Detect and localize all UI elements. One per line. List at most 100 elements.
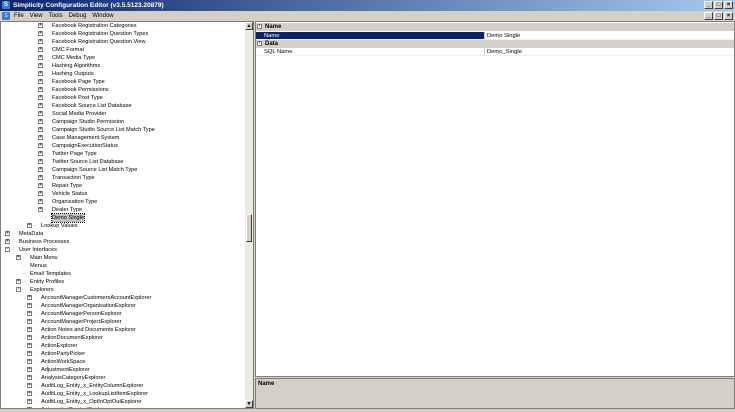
tree-node[interactable]: + - AnalysisCategoryExplorer <box>1 374 245 382</box>
tree-node[interactable]: + - Lookup Values <box>1 222 245 230</box>
child-close-button[interactable]: × <box>724 12 733 20</box>
tree-node[interactable]: +- AutomotiveProductExplorer <box>1 406 245 408</box>
tree-node[interactable]: + - CMC Format <box>1 46 245 54</box>
scroll-down-arrow[interactable]: ▼ <box>245 400 253 408</box>
menu-file[interactable]: File <box>14 11 24 21</box>
expand-icon[interactable]: + <box>38 23 43 28</box>
expand-icon[interactable]: + <box>38 95 43 100</box>
expand-icon[interactable]: + <box>38 39 43 44</box>
tree-node[interactable]: - Email Templates <box>1 270 245 278</box>
expand-icon[interactable]: + <box>27 295 32 300</box>
menu-debug[interactable]: Debug <box>69 11 87 21</box>
tree-node[interactable]: + - Facebook Registration Question Types <box>1 30 245 38</box>
expand-icon[interactable]: + <box>27 383 32 388</box>
tree-node[interactable]: + - Action Notes and Documents Explorer <box>1 326 245 334</box>
tree-node[interactable]: + - ActionPartyPicker <box>1 350 245 358</box>
tree-node[interactable]: + - MetaData <box>1 230 245 238</box>
tree-node[interactable]: + - Vehicle Status <box>1 190 245 198</box>
tree-node[interactable]: - - User Interfaces <box>1 246 245 254</box>
collapse-icon[interactable]: - <box>257 24 262 29</box>
tree-node[interactable]: + - Facebook Source List Database <box>1 102 245 110</box>
tree-node[interactable]: + - AuditLog_Entity_x_OptInOptOutExplorer <box>1 398 245 406</box>
expand-icon[interactable]: + <box>27 311 32 316</box>
tree-node[interactable]: + - AccountManagerOrganisationExplorer <box>1 302 245 310</box>
tree-node[interactable]: + - AccountManagerCustomersAccountExplorer <box>1 294 245 302</box>
expand-icon[interactable]: + <box>27 375 32 380</box>
tree-node[interactable]: + - ActionDocumentExplorer <box>1 334 245 342</box>
document-icon[interactable]: S <box>2 12 10 20</box>
expand-icon[interactable]: + <box>38 47 43 52</box>
expand-icon[interactable]: + <box>5 231 10 236</box>
expand-icon[interactable]: + <box>27 303 32 308</box>
tree-node[interactable]: + - Dealer Type <box>1 206 245 214</box>
tree-node[interactable]: + - Hashing Outputs <box>1 70 245 78</box>
tree-scrollbar[interactable]: ▲ ▼ <box>245 22 253 408</box>
tree-node[interactable]: + - Facebook Post Type <box>1 94 245 102</box>
property-value[interactable]: Demo Single <box>484 32 734 40</box>
tree-node[interactable]: + - CampaignExecutionStatus <box>1 142 245 150</box>
expand-icon[interactable]: + <box>38 119 43 124</box>
menu-view[interactable]: View <box>30 11 43 21</box>
property-row-name[interactable]: Name Demo Single <box>256 32 734 40</box>
expand-icon[interactable]: + <box>38 111 43 116</box>
expand-icon[interactable]: + <box>38 127 43 132</box>
expand-icon[interactable]: + <box>38 135 43 140</box>
expand-icon[interactable]: + <box>27 351 32 356</box>
tree-node[interactable]: + - AccountManagerProjectExplorer <box>1 318 245 326</box>
expand-icon[interactable]: + <box>38 103 43 108</box>
tree-node[interactable]: - Menus <box>1 262 245 270</box>
expand-icon[interactable]: + <box>38 71 43 76</box>
tree-node[interactable]: + - Repair Type <box>1 182 245 190</box>
tree-node[interactable]: + - Campaign Studio Permission <box>1 118 245 126</box>
category-name[interactable]: - Name <box>256 23 734 31</box>
expand-icon[interactable]: + <box>38 79 43 84</box>
scroll-up-arrow[interactable]: ▲ <box>245 22 253 30</box>
property-value[interactable]: Demo_Single <box>484 48 734 56</box>
tree-node[interactable]: + - Twitter Page Type <box>1 150 245 158</box>
expand-icon[interactable]: + <box>38 151 43 156</box>
tree-node[interactable]: + - Campaign Studio Source List Match Type <box>1 126 245 134</box>
expand-icon[interactable]: + <box>38 167 43 172</box>
tree-node[interactable]: + - Business Processes <box>1 238 245 246</box>
expand-icon[interactable]: + <box>38 175 43 180</box>
expand-icon[interactable]: + <box>27 399 32 404</box>
child-restore-button[interactable]: □ <box>714 12 723 20</box>
expand-icon[interactable]: + <box>27 327 32 332</box>
expand-icon[interactable]: + <box>27 335 32 340</box>
property-name[interactable]: SQL Name <box>256 48 484 56</box>
expand-icon[interactable]: + <box>38 159 43 164</box>
category-data[interactable]: - Data <box>256 40 734 48</box>
expand-icon[interactable]: + <box>38 63 43 68</box>
menu-tools[interactable]: Tools <box>49 11 63 21</box>
expand-icon[interactable]: + <box>27 359 32 364</box>
expand-icon[interactable]: + <box>16 279 21 284</box>
expand-icon[interactable]: + <box>38 31 43 36</box>
tree-node[interactable]: + - ActionWorkSpace <box>1 358 245 366</box>
tree-node[interactable]: + - AccountManagerPersonExplorer <box>1 310 245 318</box>
tree-node[interactable]: + - AuditLog_Entity_x_LookupListItemExplor… <box>1 390 245 398</box>
expand-icon[interactable]: + <box>27 343 32 348</box>
expand-icon[interactable]: + <box>38 191 43 196</box>
collapse-icon[interactable]: - <box>5 247 10 252</box>
tree-node[interactable]: + - Facebook Page Type <box>1 78 245 86</box>
child-minimize-button[interactable]: _ <box>704 12 713 20</box>
tree-node[interactable]: + - Case Management System <box>1 134 245 142</box>
tree-node[interactable]: + - Transaction Type <box>1 174 245 182</box>
maximize-button[interactable]: □ <box>714 1 723 9</box>
expand-icon[interactable]: + <box>27 391 32 396</box>
tree-node[interactable]: - Demo Single <box>1 213 245 223</box>
tree-node[interactable]: + - Campaign Source List Match Type <box>1 166 245 174</box>
menu-window[interactable]: Window <box>92 11 113 21</box>
collapse-icon[interactable]: - <box>16 287 21 292</box>
close-button[interactable]: × <box>724 1 733 9</box>
minimize-button[interactable]: _ <box>704 1 713 9</box>
expand-icon[interactable]: + <box>5 239 10 244</box>
expand-icon[interactable]: + <box>38 143 43 148</box>
property-name[interactable]: Name <box>256 32 484 40</box>
tree-node[interactable]: + - Social Media Provider <box>1 110 245 118</box>
scroll-thumb[interactable] <box>246 214 252 242</box>
tree-node[interactable]: + - Main Menu <box>1 254 245 262</box>
tree-node[interactable]: + - Facebook Permissions <box>1 86 245 94</box>
expand-icon[interactable]: + <box>38 183 43 188</box>
expand-icon[interactable]: + <box>38 87 43 92</box>
